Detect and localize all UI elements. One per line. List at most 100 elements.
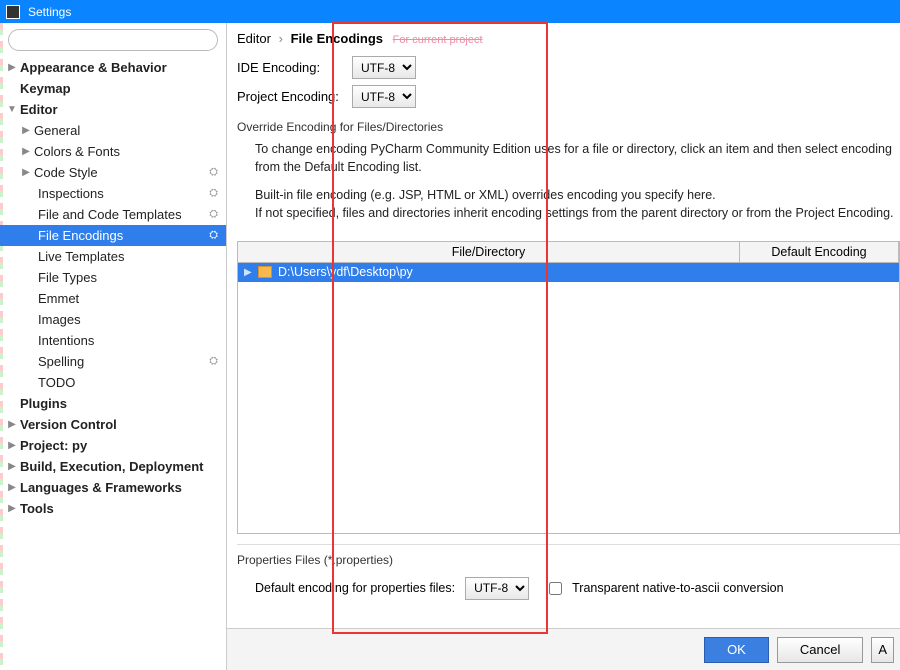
cancel-button[interactable]: Cancel [777, 637, 863, 663]
breadcrumb-current: File Encodings [291, 31, 383, 46]
sidebar-item-label: Tools [18, 501, 54, 516]
sidebar-item-label: Languages & Frameworks [18, 480, 182, 495]
sidebar-item-inspections[interactable]: Inspections ⛭ [0, 183, 226, 204]
sidebar-item-keymap[interactable]: Keymap [0, 78, 226, 99]
folder-icon [258, 266, 272, 278]
sidebar-item-label: Code Style [32, 165, 98, 180]
sidebar-item-label: File Types [36, 270, 97, 285]
ok-button[interactable]: OK [704, 637, 769, 663]
sidebar-item-label: File Encodings [36, 228, 123, 243]
gear-icon: ⛭ [209, 187, 218, 200]
main-panel: Editor › File Encodings For current proj… [227, 23, 900, 670]
ide-encoding-select[interactable]: UTF-8 [352, 56, 416, 79]
table-row[interactable]: ▶ D:\Users\ydf\Desktop\py [238, 263, 899, 282]
sidebar-item-label: Emmet [36, 291, 79, 306]
sidebar-item-label: Plugins [18, 396, 67, 411]
chevron-right-icon: ▶ [20, 167, 32, 178]
table-header: File/Directory Default Encoding [238, 242, 899, 263]
description-line: If not specified, files and directories … [255, 204, 896, 222]
sidebar-item-build[interactable]: ▶Build, Execution, Deployment [0, 456, 226, 477]
chevron-right-icon: ▶ [6, 419, 18, 430]
breadcrumb-scope: For current project [393, 34, 483, 46]
transparent-ascii-checkbox[interactable] [549, 582, 562, 595]
sidebar-item-label: Appearance & Behavior [18, 60, 167, 75]
search-wrap [0, 29, 226, 57]
sidebar-item-livetemplates[interactable]: Live Templates [0, 246, 226, 267]
sidebar-item-general[interactable]: ▶General [0, 120, 226, 141]
sidebar-item-fileencodings[interactable]: File Encodings ⛭ [0, 225, 226, 246]
row-path: D:\Users\ydf\Desktop\py [278, 265, 413, 279]
override-heading: Override Encoding for Files/Directories [237, 120, 900, 134]
sidebar-item-spelling[interactable]: Spelling ⛭ [0, 351, 226, 372]
sidebar-item-label: Editor [18, 102, 58, 117]
sidebar-item-filetypes[interactable]: File Types [0, 267, 226, 288]
search-input[interactable] [8, 29, 218, 51]
gear-icon: ⛭ [209, 208, 218, 221]
gear-icon: ⛭ [209, 355, 218, 368]
sidebar-item-images[interactable]: Images [0, 309, 226, 330]
window-title: Settings [28, 5, 71, 19]
sidebar-item-filecode[interactable]: File and Code Templates ⛭ [0, 204, 226, 225]
sidebar-item-editor[interactable]: ▼Editor [0, 99, 226, 120]
breadcrumb-root[interactable]: Editor [237, 31, 271, 46]
sidebar-item-plugins[interactable]: Plugins [0, 393, 226, 414]
sidebar-item-colors[interactable]: ▶Colors & Fonts [0, 141, 226, 162]
project-encoding-select[interactable]: UTF-8 [352, 85, 416, 108]
sidebar-item-label: Live Templates [36, 249, 124, 264]
sidebar-item-codestyle[interactable]: ▶Code Style ⛭ [0, 162, 226, 183]
sidebar-item-label: Version Control [18, 417, 117, 432]
gear-icon: ⛭ [209, 166, 218, 179]
description-line: To change encoding PyCharm Community Edi… [255, 140, 896, 176]
project-encoding-label: Project Encoding: [237, 89, 352, 104]
sidebar-item-tools[interactable]: ▶Tools [0, 498, 226, 519]
sidebar-item-label: Project: py [18, 438, 87, 453]
sidebar-item-label: Colors & Fonts [32, 144, 120, 159]
sidebar-item-label: Inspections [36, 186, 104, 201]
transparent-ascii-label: Transparent native-to-ascii conversion [572, 581, 783, 595]
sidebar-item-label: Intentions [36, 333, 94, 348]
breadcrumb-separator: › [279, 31, 283, 46]
chevron-right-icon: ▶ [6, 503, 18, 514]
ide-encoding-label: IDE Encoding: [237, 60, 352, 75]
chevron-right-icon: ▶ [20, 146, 32, 157]
chevron-right-icon: ▶ [6, 62, 18, 73]
sidebar-item-vcs[interactable]: ▶Version Control [0, 414, 226, 435]
breadcrumb: Editor › File Encodings For current proj… [237, 31, 900, 56]
sidebar-item-todo[interactable]: TODO [0, 372, 226, 393]
window-icon [6, 5, 20, 19]
properties-row: Default encoding for properties files: U… [237, 577, 900, 600]
sidebar-item-project[interactable]: ▶Project: py [0, 435, 226, 456]
ide-encoding-row: IDE Encoding: UTF-8 [237, 56, 900, 79]
sidebar-item-label: File and Code Templates [36, 207, 182, 222]
chevron-right-icon: ▶ [6, 461, 18, 472]
column-file[interactable]: File/Directory [238, 242, 740, 262]
description-line: Built-in file encoding (e.g. JSP, HTML o… [255, 186, 896, 204]
title-bar: Settings [0, 0, 900, 23]
project-encoding-row: Project Encoding: UTF-8 [237, 85, 900, 108]
column-encoding[interactable]: Default Encoding [740, 242, 899, 262]
chevron-down-icon: ▼ [6, 104, 18, 115]
gear-icon: ⛭ [209, 229, 218, 242]
sidebar: ▶Appearance & Behavior Keymap ▼Editor ▶G… [0, 23, 227, 670]
sidebar-item-intentions[interactable]: Intentions [0, 330, 226, 351]
settings-container: ▶Appearance & Behavior Keymap ▼Editor ▶G… [0, 23, 900, 670]
properties-encoding-select[interactable]: UTF-8 [465, 577, 529, 600]
sidebar-item-label: TODO [36, 375, 75, 390]
sidebar-item-label: General [32, 123, 80, 138]
apply-button[interactable]: A [871, 637, 894, 663]
sidebar-item-label: Build, Execution, Deployment [18, 459, 203, 474]
sidebar-item-languages[interactable]: ▶Languages & Frameworks [0, 477, 226, 498]
encoding-table: File/Directory Default Encoding ▶ D:\Use… [237, 241, 900, 534]
description-block: To change encoding PyCharm Community Edi… [237, 140, 900, 233]
chevron-right-icon: ▶ [244, 267, 256, 278]
properties-label: Default encoding for properties files: [255, 581, 455, 595]
dialog-footer: OK Cancel A [227, 628, 900, 670]
sidebar-item-appearance[interactable]: ▶Appearance & Behavior [0, 57, 226, 78]
chevron-right-icon: ▶ [6, 440, 18, 451]
sidebar-item-label: Keymap [18, 81, 71, 96]
sidebar-item-emmet[interactable]: Emmet [0, 288, 226, 309]
chevron-right-icon: ▶ [20, 125, 32, 136]
properties-heading: Properties Files (*.properties) [237, 544, 900, 567]
sidebar-item-label: Spelling [36, 354, 84, 369]
sidebar-item-label: Images [36, 312, 81, 327]
